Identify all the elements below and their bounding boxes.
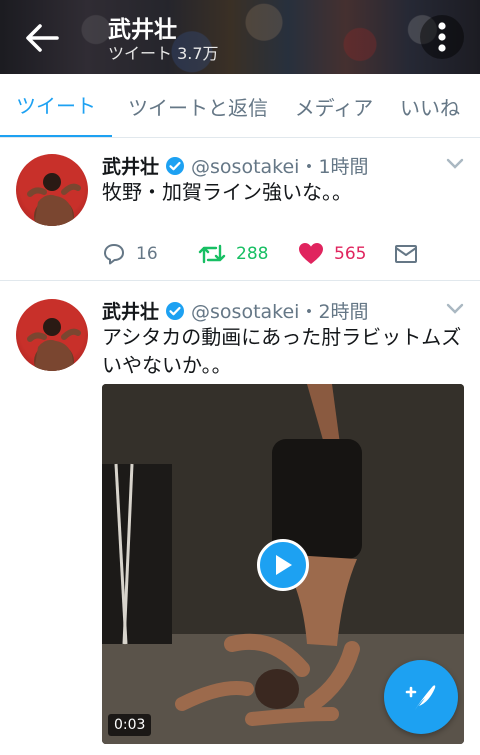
tweet-actions: 16 288 565 <box>102 238 422 270</box>
retweet-icon <box>198 244 226 264</box>
tweet-handle-time: @sosotakei・2時間 <box>191 301 369 323</box>
tweet-item[interactable]: 武井壮 @sosotakei・1時間 牧野・加賀ライン強いな。。 16 288 <box>0 138 480 281</box>
avatar[interactable] <box>16 299 88 371</box>
tweet-header: 武井壮 @sosotakei・2時間 <box>102 297 369 324</box>
video-duration-badge: 0:03 <box>108 714 152 736</box>
compose-tweet-icon <box>405 685 436 710</box>
reply-button[interactable]: 16 <box>102 238 158 270</box>
tweet-header: 武井壮 @sosotakei・1時間 <box>102 152 369 179</box>
more-vertical-icon <box>438 22 446 52</box>
play-icon <box>276 555 292 575</box>
like-button[interactable]: 565 <box>298 238 366 270</box>
more-options-button[interactable] <box>420 15 464 59</box>
play-button[interactable] <box>257 539 309 591</box>
retweet-button[interactable]: 288 <box>198 238 268 270</box>
tab-tweets[interactable]: ツイート <box>0 74 112 137</box>
profile-header: 武井壮 ツイート 3.7万 <box>0 0 480 74</box>
like-count: 565 <box>334 244 367 264</box>
retweet-count: 288 <box>236 244 269 264</box>
tweet-author-name[interactable]: 武井壮 <box>102 152 159 179</box>
back-arrow-icon <box>26 24 59 52</box>
reply-icon <box>104 244 124 265</box>
chevron-down-icon[interactable] <box>446 158 464 170</box>
verified-badge-icon <box>166 156 185 175</box>
tab-media[interactable]: メディア <box>284 74 384 137</box>
compose-tweet-button[interactable] <box>384 660 458 734</box>
avatar-image <box>27 318 81 371</box>
tweet-count: ツイート 3.7万 <box>108 44 219 63</box>
tweet-text: アシタカの動画にあった肘ラビットムズいやないか。。 <box>102 325 462 377</box>
direct-message-button[interactable] <box>394 238 418 270</box>
reply-count: 16 <box>136 244 158 264</box>
verified-badge-icon <box>166 301 185 320</box>
tweet-text: 牧野・加賀ライン強いな。。 <box>102 180 352 204</box>
tab-tweets-and-replies[interactable]: ツイートと返信 <box>112 74 284 137</box>
avatar-image <box>27 173 81 226</box>
tab-likes[interactable]: いいね <box>384 74 480 137</box>
avatar[interactable] <box>16 154 88 226</box>
tweet-author-name[interactable]: 武井壮 <box>102 297 159 324</box>
chevron-down-icon[interactable] <box>446 303 464 315</box>
profile-tabs: ツイート ツイートと返信 メディア いいね <box>0 74 480 138</box>
header-banner-overlay <box>0 0 480 74</box>
back-button[interactable] <box>22 18 62 58</box>
envelope-icon <box>395 245 417 263</box>
profile-name: 武井壮 <box>108 17 177 43</box>
tweet-handle-time: @sosotakei・1時間 <box>191 156 369 178</box>
heart-icon <box>299 243 323 264</box>
